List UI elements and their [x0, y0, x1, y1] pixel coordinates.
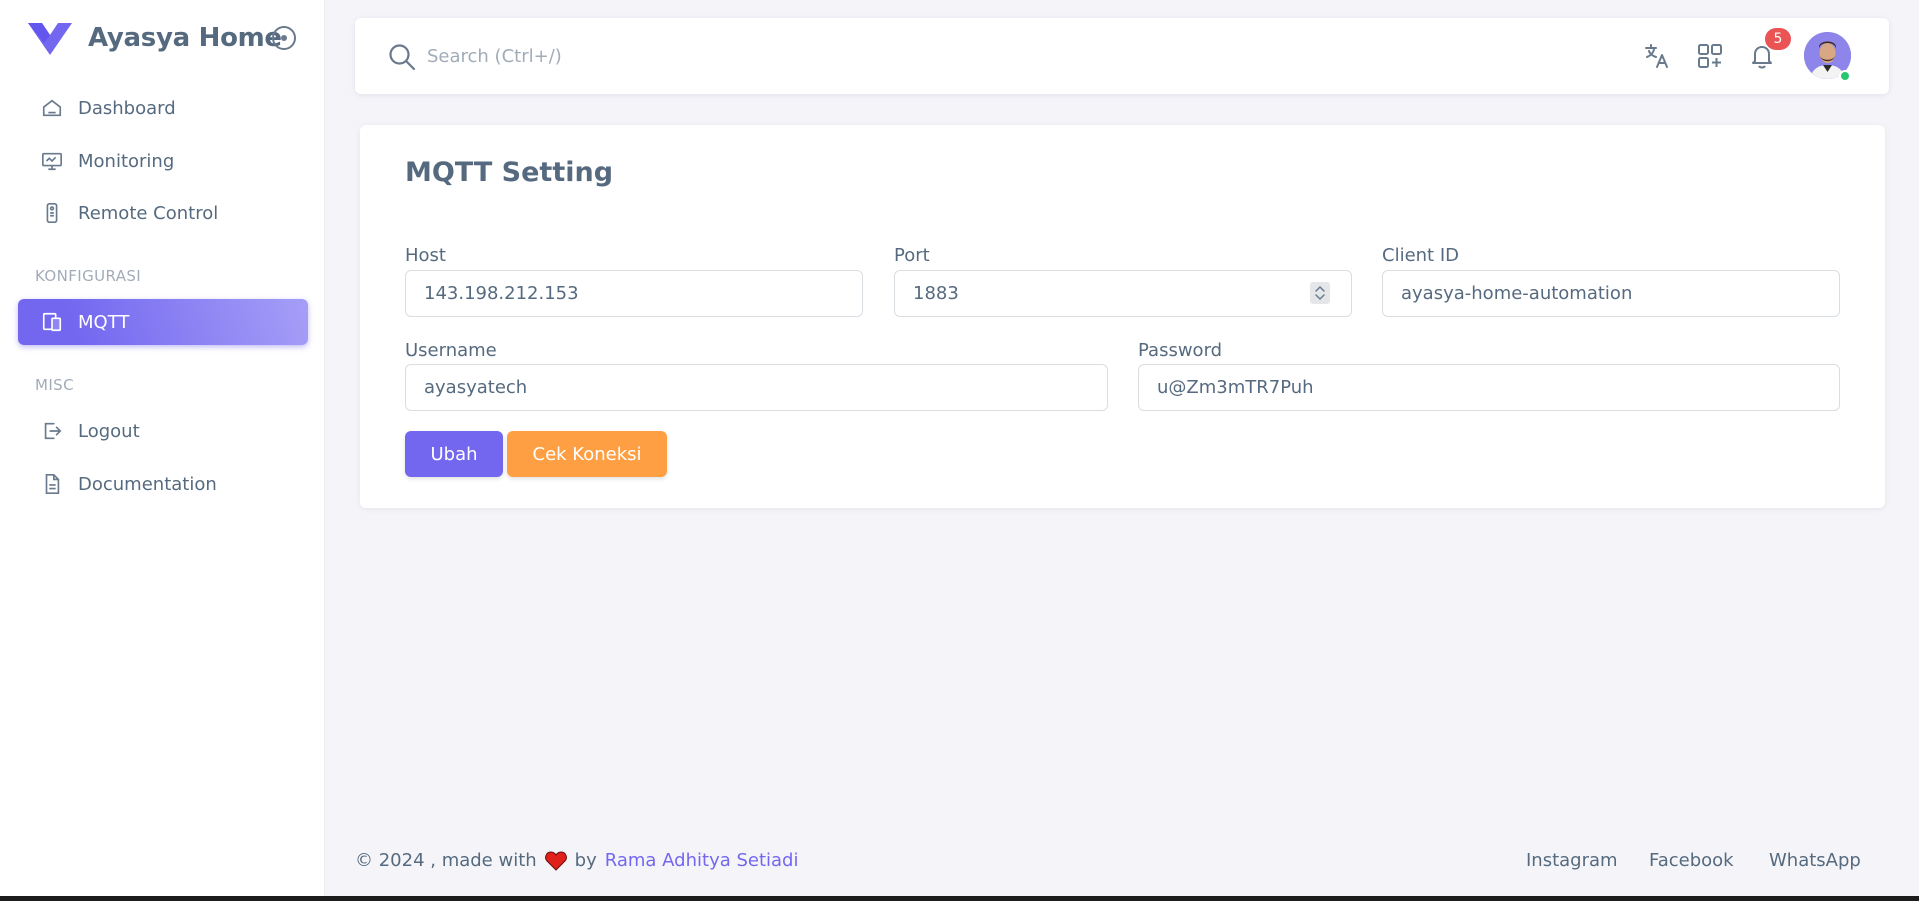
devices-icon	[40, 310, 64, 334]
remote-icon	[40, 201, 64, 225]
card-title: MQTT Setting	[405, 157, 614, 188]
sidebar-item-label: Logout	[78, 420, 140, 442]
port-label: Port	[894, 245, 930, 266]
footer: © 2024 , made with by Rama Adhitya Setia…	[355, 850, 1889, 880]
sidebar: Ayasya Home Dashboard Monitoring Remote …	[0, 0, 325, 901]
check-connection-button[interactable]: Cek Koneksi	[507, 431, 667, 477]
online-status-dot	[1839, 70, 1851, 82]
sidebar-item-label: Dashboard	[78, 97, 176, 119]
password-input[interactable]	[1138, 364, 1840, 411]
password-label: Password	[1138, 340, 1223, 361]
footer-by: by	[574, 850, 597, 871]
client-id-input[interactable]	[1382, 270, 1840, 317]
username-label: Username	[405, 340, 497, 361]
brand-logo-icon	[28, 23, 72, 55]
footer-author-link[interactable]: Rama Adhitya Setiadi	[605, 850, 799, 871]
brand-name: Ayasya Home	[88, 23, 282, 53]
sidebar-item-remote-control[interactable]: Remote Control	[18, 190, 308, 236]
menu-header-konfigurasi: KONFIGURASI	[35, 267, 142, 285]
sidebar-item-label: Monitoring	[78, 150, 175, 172]
sidebar-item-monitoring[interactable]: Monitoring	[18, 138, 308, 184]
host-input[interactable]	[405, 270, 863, 317]
notification-badge: 5	[1765, 28, 1791, 50]
brand[interactable]: Ayasya Home	[28, 20, 282, 56]
footer-link-whatsapp[interactable]: WhatsApp	[1769, 850, 1861, 871]
footer-copyright: © 2024 , made with	[355, 850, 537, 871]
footer-link-facebook[interactable]: Facebook	[1649, 850, 1734, 871]
sidebar-item-logout[interactable]: Logout	[18, 408, 308, 454]
sidebar-item-label: Documentation	[78, 473, 217, 495]
host-label: Host	[405, 245, 446, 266]
port-input[interactable]	[894, 270, 1352, 317]
top-navbar: 5	[355, 18, 1889, 94]
search-icon	[389, 44, 416, 71]
monitor-icon	[40, 149, 64, 173]
sidebar-toggle-icon[interactable]	[272, 26, 296, 50]
sidebar-item-label: Remote Control	[78, 202, 219, 224]
logout-icon	[40, 419, 64, 443]
mqtt-setting-card: MQTT Setting Host Port Client ID Usernam…	[360, 125, 1885, 508]
file-icon	[40, 472, 64, 496]
username-input[interactable]	[405, 364, 1108, 411]
window-bottom-edge	[0, 896, 1919, 901]
apps-add-icon[interactable]	[1694, 40, 1726, 72]
sidebar-item-label: MQTT	[78, 311, 130, 333]
footer-link-instagram[interactable]: Instagram	[1526, 850, 1618, 871]
home-icon	[40, 96, 64, 120]
translate-icon[interactable]	[1641, 40, 1673, 72]
menu-header-misc: MISC	[35, 376, 74, 394]
sidebar-item-dashboard[interactable]: Dashboard	[18, 85, 308, 131]
client-id-label: Client ID	[1382, 245, 1460, 266]
save-button[interactable]: Ubah	[405, 431, 503, 477]
sidebar-item-mqtt[interactable]: MQTT	[18, 299, 308, 345]
heart-icon	[544, 850, 567, 871]
search-input[interactable]	[427, 40, 1027, 72]
footer-credit: © 2024 , made with by Rama Adhitya Setia…	[355, 850, 799, 871]
port-stepper[interactable]	[1310, 282, 1330, 304]
sidebar-item-documentation[interactable]: Documentation	[18, 461, 308, 507]
